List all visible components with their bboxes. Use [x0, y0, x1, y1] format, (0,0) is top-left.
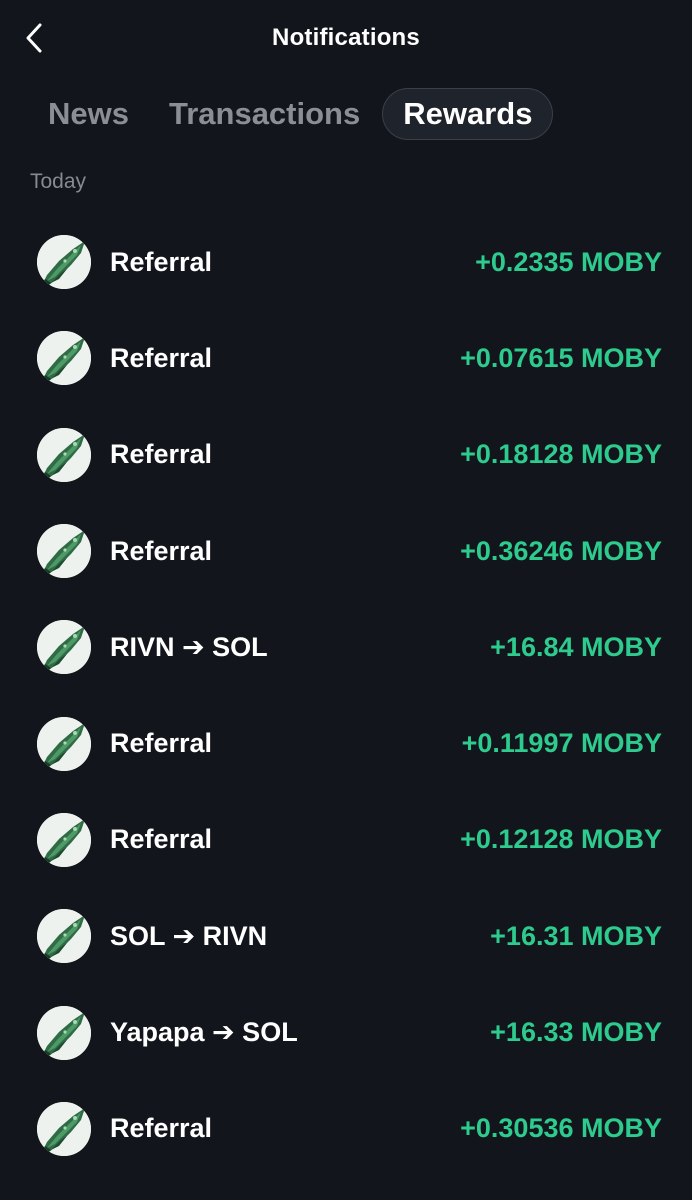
- reward-title: Referral: [110, 824, 213, 855]
- reward-title: Referral: [110, 246, 213, 277]
- token-avatar-icon: [37, 1005, 91, 1060]
- tab-transactions[interactable]: Transactions: [149, 89, 380, 139]
- tab-bar: News Transactions Rewards: [30, 88, 554, 140]
- token-avatar-icon: [37, 716, 91, 771]
- reward-amount: +16.33 MOBY: [490, 1017, 662, 1048]
- reward-amount: +0.12128 MOBY: [460, 824, 662, 855]
- reward-title: Referral: [110, 535, 213, 566]
- token-avatar-icon: [37, 1101, 91, 1156]
- reward-row[interactable]: Yapapa ➔ SOL +16.33 MOBY: [0, 984, 692, 1080]
- page-title: Notifications: [272, 24, 420, 51]
- reward-row[interactable]: Referral +0.30536 MOBY: [0, 1081, 692, 1177]
- reward-row[interactable]: RIVN ➔ SOL +16.84 MOBY: [0, 599, 692, 695]
- token-avatar-icon: [37, 620, 91, 675]
- token-avatar-icon: [37, 331, 91, 386]
- tab-news[interactable]: News: [30, 89, 149, 139]
- reward-title: RIVN ➔ SOL: [110, 631, 268, 662]
- reward-row[interactable]: Referral +0.07615 MOBY: [0, 310, 692, 406]
- token-avatar-icon: [37, 235, 91, 290]
- reward-row[interactable]: Referral +0.11997 MOBY: [0, 695, 692, 791]
- reward-amount: +16.84 MOBY: [490, 631, 662, 662]
- reward-title: Referral: [110, 1113, 213, 1144]
- rewards-list: Referral +0.2335 MOBY Referral +0.07615 MOB…: [0, 214, 692, 1177]
- token-avatar-icon: [37, 524, 91, 579]
- reward-title: Referral: [110, 728, 213, 759]
- reward-amount: +0.11997 MOBY: [461, 728, 662, 759]
- reward-amount: +0.07615 MOBY: [460, 342, 662, 373]
- reward-title: Yapapa ➔ SOL: [110, 1017, 298, 1048]
- top-bar: Notifications: [0, 0, 692, 80]
- reward-amount: +0.36246 MOBY: [460, 535, 662, 566]
- reward-amount: +16.31 MOBY: [490, 920, 662, 951]
- token-avatar-icon: [37, 427, 91, 482]
- reward-row[interactable]: SOL ➔ RIVN +16.31 MOBY: [0, 888, 692, 984]
- reward-row[interactable]: Referral +0.12128 MOBY: [0, 792, 692, 888]
- reward-title: Referral: [110, 439, 213, 470]
- section-date-label: Today: [30, 170, 87, 193]
- token-avatar-icon: [37, 909, 91, 964]
- reward-row[interactable]: Referral +0.2335 MOBY: [0, 214, 692, 310]
- reward-row[interactable]: Referral +0.36246 MOBY: [0, 503, 692, 599]
- tab-rewards[interactable]: Rewards: [382, 88, 554, 140]
- reward-amount: +0.18128 MOBY: [460, 439, 662, 470]
- reward-title: SOL ➔ RIVN: [110, 920, 268, 951]
- reward-amount: +0.30536 MOBY: [460, 1113, 662, 1144]
- token-avatar-icon: [37, 812, 91, 867]
- reward-amount: +0.2335 MOBY: [475, 246, 662, 277]
- reward-title: Referral: [110, 342, 213, 373]
- reward-row[interactable]: Referral +0.18128 MOBY: [0, 407, 692, 503]
